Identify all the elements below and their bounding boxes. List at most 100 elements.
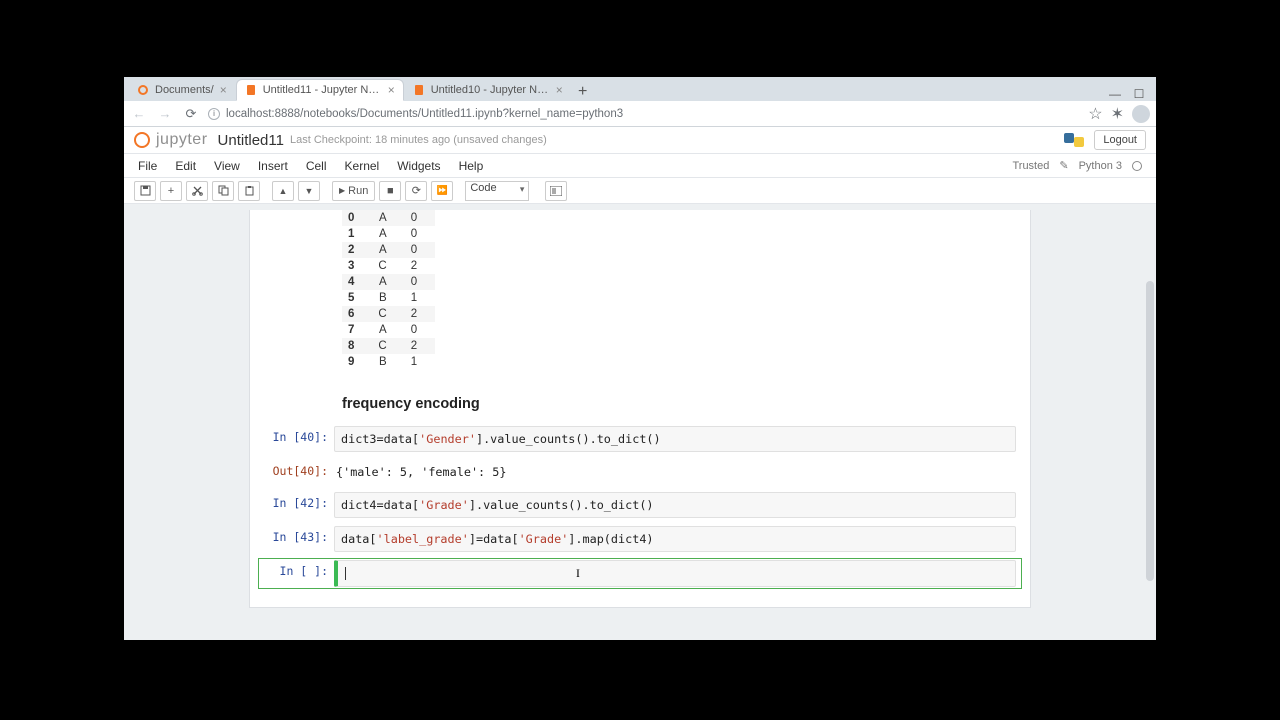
cell-type-select[interactable]: Code	[465, 181, 529, 201]
back-button[interactable]: ←	[130, 105, 148, 123]
jupyter-menubar: File Edit View Insert Cell Kernel Widget…	[124, 154, 1156, 178]
table-row: 3C2	[342, 258, 435, 274]
logout-button[interactable]: Logout	[1094, 130, 1146, 150]
menu-insert[interactable]: Insert	[258, 159, 288, 173]
notebook-icon	[413, 84, 425, 96]
close-icon[interactable]: ×	[388, 83, 395, 97]
window-controls: — ☐	[1108, 87, 1152, 101]
tab-title: Documents/	[155, 84, 214, 96]
row-value: 2	[405, 306, 435, 322]
browser-tab[interactable]: Untitled10 - Jupyter Notebook ×	[404, 79, 572, 101]
row-index: 9	[342, 354, 372, 370]
run-label: Run	[348, 185, 368, 197]
copy-button[interactable]	[212, 181, 234, 201]
table-row: 6C2	[342, 306, 435, 322]
menu-kernel[interactable]: Kernel	[345, 159, 380, 173]
site-info-icon[interactable]: i	[208, 108, 220, 120]
browser-addressbar: ← → ⟳ i localhost:8888/notebooks/Documen…	[124, 101, 1156, 127]
code-editor[interactable]: data['label_grade']=data['Grade'].map(di…	[334, 526, 1016, 552]
code-cell[interactable]: In [40]:dict3=data['Gender'].value_count…	[258, 424, 1022, 454]
browser-tabbar: Documents/ × Untitled11 - Jupyter Notebo…	[124, 77, 1156, 101]
move-up-button[interactable]: ▲	[272, 181, 294, 201]
profile-avatar[interactable]	[1132, 105, 1150, 123]
cut-button[interactable]	[186, 181, 208, 201]
text-cursor-icon: I	[576, 566, 580, 580]
interrupt-button[interactable]: ■	[379, 181, 401, 201]
command-palette-button[interactable]	[545, 181, 567, 201]
browser-tab[interactable]: Documents/ ×	[128, 79, 236, 101]
row-value: A	[372, 274, 404, 290]
bookmark-icon[interactable]: ☆	[1088, 104, 1102, 124]
forward-button[interactable]: →	[156, 105, 174, 123]
maximize-button[interactable]: ☐	[1132, 87, 1146, 101]
run-button[interactable]: ▶ Run	[332, 181, 375, 201]
markdown-heading[interactable]: frequency encoding	[342, 396, 1030, 412]
input-prompt: In [40]:	[264, 426, 334, 452]
menu-edit[interactable]: Edit	[175, 159, 196, 173]
close-icon[interactable]: ×	[220, 83, 227, 97]
minimize-button[interactable]: —	[1108, 87, 1122, 101]
table-row: 7A0	[342, 322, 435, 338]
new-tab-button[interactable]: +	[572, 83, 594, 101]
python-icon	[1064, 130, 1084, 150]
extensions-icon[interactable]: ✶	[1111, 104, 1124, 124]
table-row: 9B1	[342, 354, 435, 370]
row-index: 3	[342, 258, 372, 274]
text-caret	[345, 567, 346, 580]
row-value: 2	[405, 338, 435, 354]
row-index: 4	[342, 274, 372, 290]
menu-cell[interactable]: Cell	[306, 159, 327, 173]
trusted-label: Trusted	[1012, 160, 1049, 172]
row-index: 6	[342, 306, 372, 322]
code-cell[interactable]: In [42]:dict4=data['Grade'].value_counts…	[258, 490, 1022, 520]
menu-file[interactable]: File	[138, 159, 157, 173]
input-prompt: In [43]:	[264, 526, 334, 552]
scrollbar-thumb[interactable]	[1146, 281, 1154, 581]
code-cell[interactable]: In [43]:data['label_grade']=data['Grade'…	[258, 524, 1022, 554]
row-value: B	[372, 290, 404, 306]
row-value: 0	[405, 242, 435, 258]
restart-run-all-button[interactable]: ⏩	[431, 181, 453, 201]
move-down-button[interactable]: ▼	[298, 181, 320, 201]
notebook-area: 0A01A02A03C24A05B16C27A08C29B1 frequency…	[249, 210, 1031, 608]
menu-help[interactable]: Help	[459, 159, 484, 173]
table-row: 2A0	[342, 242, 435, 258]
menu-widgets[interactable]: Widgets	[397, 159, 440, 173]
code-cell[interactable]: In [ ]:I	[258, 558, 1022, 589]
checkpoint-status: Last Checkpoint: 18 minutes ago (unsaved…	[290, 134, 547, 146]
row-value: 0	[405, 226, 435, 242]
vertical-scrollbar[interactable]	[1146, 131, 1154, 631]
tab-title: Untitled11 - Jupyter Notebook	[263, 84, 382, 96]
jupyter-logo-text: jupyter	[156, 131, 208, 149]
play-icon: ▶	[339, 186, 345, 195]
add-cell-button[interactable]: +	[160, 181, 182, 201]
jupyter-header: jupyter Untitled11 Last Checkpoint: 18 m…	[124, 127, 1156, 154]
row-value: 0	[405, 322, 435, 338]
row-index: 0	[342, 210, 372, 226]
output-dataframe: 0A01A02A03C24A05B16C27A08C29B1	[342, 210, 435, 370]
save-button[interactable]	[134, 181, 156, 201]
browser-window: Documents/ × Untitled11 - Jupyter Notebo…	[124, 77, 1156, 640]
close-icon[interactable]: ×	[556, 83, 563, 97]
code-editor[interactable]: I	[334, 560, 1016, 587]
notebook-name[interactable]: Untitled11	[218, 132, 284, 149]
jupyter-toolbar: + ▲ ▼ ▶ Run ■ ⟳ ⏩ Code	[124, 178, 1156, 204]
edit-icon[interactable]: ✎	[1059, 159, 1068, 172]
code-editor[interactable]: dict4=data['Grade'].value_counts().to_di…	[334, 492, 1016, 518]
kernel-name[interactable]: Python 3	[1079, 160, 1122, 172]
paste-button[interactable]	[238, 181, 260, 201]
restart-button[interactable]: ⟳	[405, 181, 427, 201]
reload-button[interactable]: ⟳	[182, 105, 200, 123]
code-editor[interactable]: dict3=data['Gender'].value_counts().to_d…	[334, 426, 1016, 452]
jupyter-logo-icon	[134, 132, 150, 148]
url-field[interactable]: i localhost:8888/notebooks/Documents/Unt…	[208, 108, 1080, 120]
row-value: 0	[405, 210, 435, 226]
tab-title: Untitled10 - Jupyter Notebook	[431, 84, 550, 96]
kernel-indicator-icon	[1132, 161, 1142, 171]
output-cell[interactable]: Out[40]:{'male': 5, 'female': 5}	[258, 458, 1022, 486]
table-row: 5B1	[342, 290, 435, 306]
input-prompt: In [42]:	[264, 492, 334, 518]
menu-view[interactable]: View	[214, 159, 240, 173]
browser-tab[interactable]: Untitled11 - Jupyter Notebook ×	[236, 79, 404, 101]
row-value: C	[372, 258, 404, 274]
